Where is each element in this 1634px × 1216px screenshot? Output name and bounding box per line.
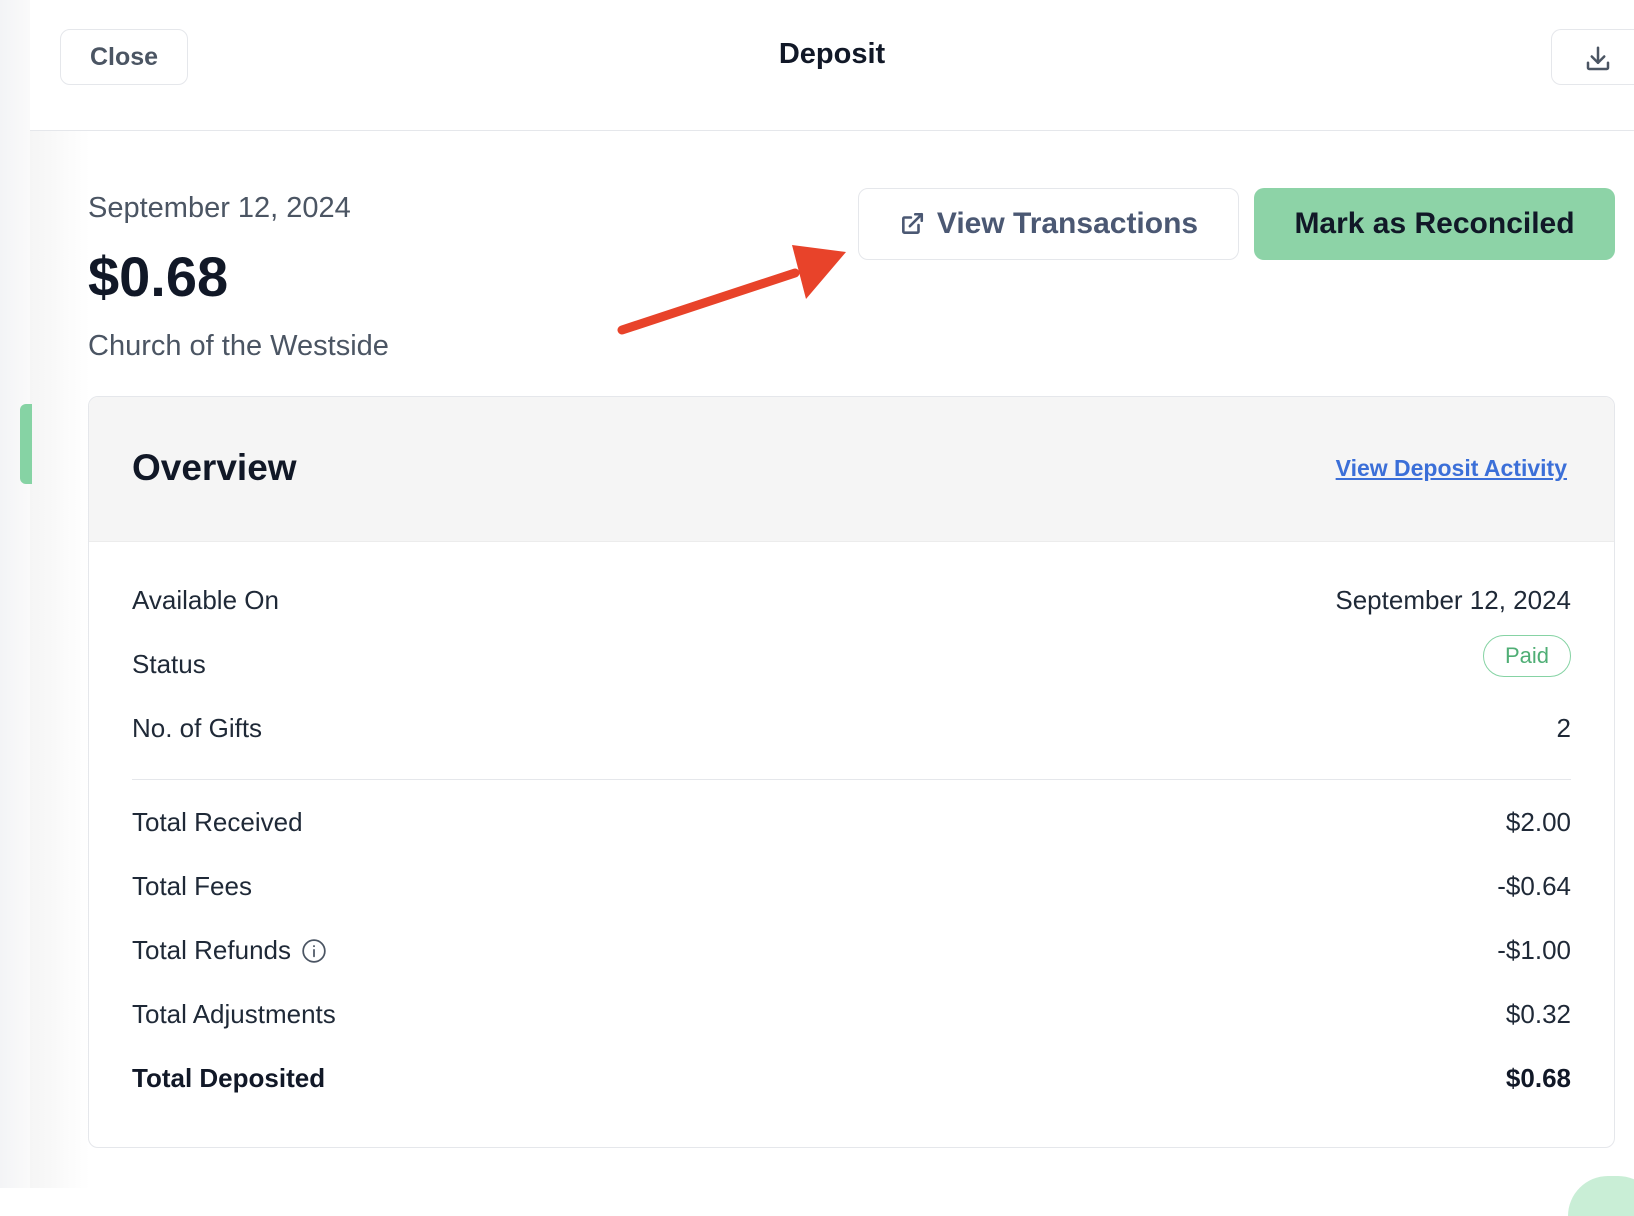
status-badge: Paid xyxy=(1483,635,1571,677)
download-icon xyxy=(1586,46,1610,71)
gifts-row: No. of Gifts 2 xyxy=(132,713,1571,753)
external-link-icon xyxy=(901,212,923,234)
total-adjustments-row: Total Adjustments $0.32 xyxy=(132,999,1571,1039)
mark-reconciled-button[interactable]: Mark as Reconciled xyxy=(1254,188,1615,260)
total-deposited-value: $0.68 xyxy=(1505,1063,1571,1093)
view-transactions-label: View Transactions xyxy=(936,207,1199,240)
available-on-value: September 12, 2024 xyxy=(1335,585,1571,615)
total-adjustments-value: $0.32 xyxy=(1505,999,1571,1029)
total-fees-label: Total Fees xyxy=(132,871,252,901)
modal-header: Close Deposit xyxy=(30,0,1634,131)
section-divider xyxy=(132,779,1571,780)
page-title: Deposit xyxy=(778,38,886,70)
total-received-label: Total Received xyxy=(132,807,303,837)
total-received-value: $2.00 xyxy=(1505,807,1571,837)
side-panel-shade xyxy=(0,0,30,1188)
help-launcher-edge[interactable] xyxy=(1568,1176,1634,1216)
total-refunds-label-group: Total Refunds xyxy=(132,935,327,966)
status-label: Status xyxy=(132,649,206,679)
total-received-row: Total Received $2.00 xyxy=(132,807,1571,847)
total-deposited-label: Total Deposited xyxy=(132,1063,326,1093)
total-refunds-row: Total Refunds -$1.00 xyxy=(132,935,1571,975)
view-deposit-activity-link[interactable]: View Deposit Activity xyxy=(1336,455,1567,482)
deposit-amount: $0.68 xyxy=(88,245,229,308)
total-refunds-value: -$1.00 xyxy=(1497,935,1571,965)
overview-card: Overview View Deposit Activity Available… xyxy=(88,396,1615,1148)
total-deposited-row: Total Deposited $0.68 xyxy=(132,1063,1571,1103)
download-button[interactable] xyxy=(1551,29,1634,85)
side-panel-gradient xyxy=(30,130,90,1188)
annotation-arrow xyxy=(617,245,846,335)
info-icon[interactable] xyxy=(301,938,327,964)
deposit-date: September 12, 2024 xyxy=(88,192,351,224)
total-fees-row: Total Fees -$0.64 xyxy=(132,871,1571,911)
available-on-label: Available On xyxy=(132,585,279,615)
side-accent-tab xyxy=(20,404,32,484)
overview-title: Overview xyxy=(132,447,297,488)
status-row: Status Paid xyxy=(132,635,1571,689)
view-transactions-button[interactable]: View Transactions xyxy=(858,188,1239,260)
organization-name: Church of the Westside xyxy=(88,330,389,362)
available-on-row: Available On September 12, 2024 xyxy=(132,585,1571,625)
total-adjustments-label: Total Adjustments xyxy=(132,999,336,1029)
total-refunds-label: Total Refunds xyxy=(132,935,291,965)
total-fees-value: -$0.64 xyxy=(1497,871,1571,901)
overview-header: Overview View Deposit Activity xyxy=(89,397,1614,542)
gifts-value: 2 xyxy=(1556,713,1571,743)
gifts-label: No. of Gifts xyxy=(132,713,263,743)
